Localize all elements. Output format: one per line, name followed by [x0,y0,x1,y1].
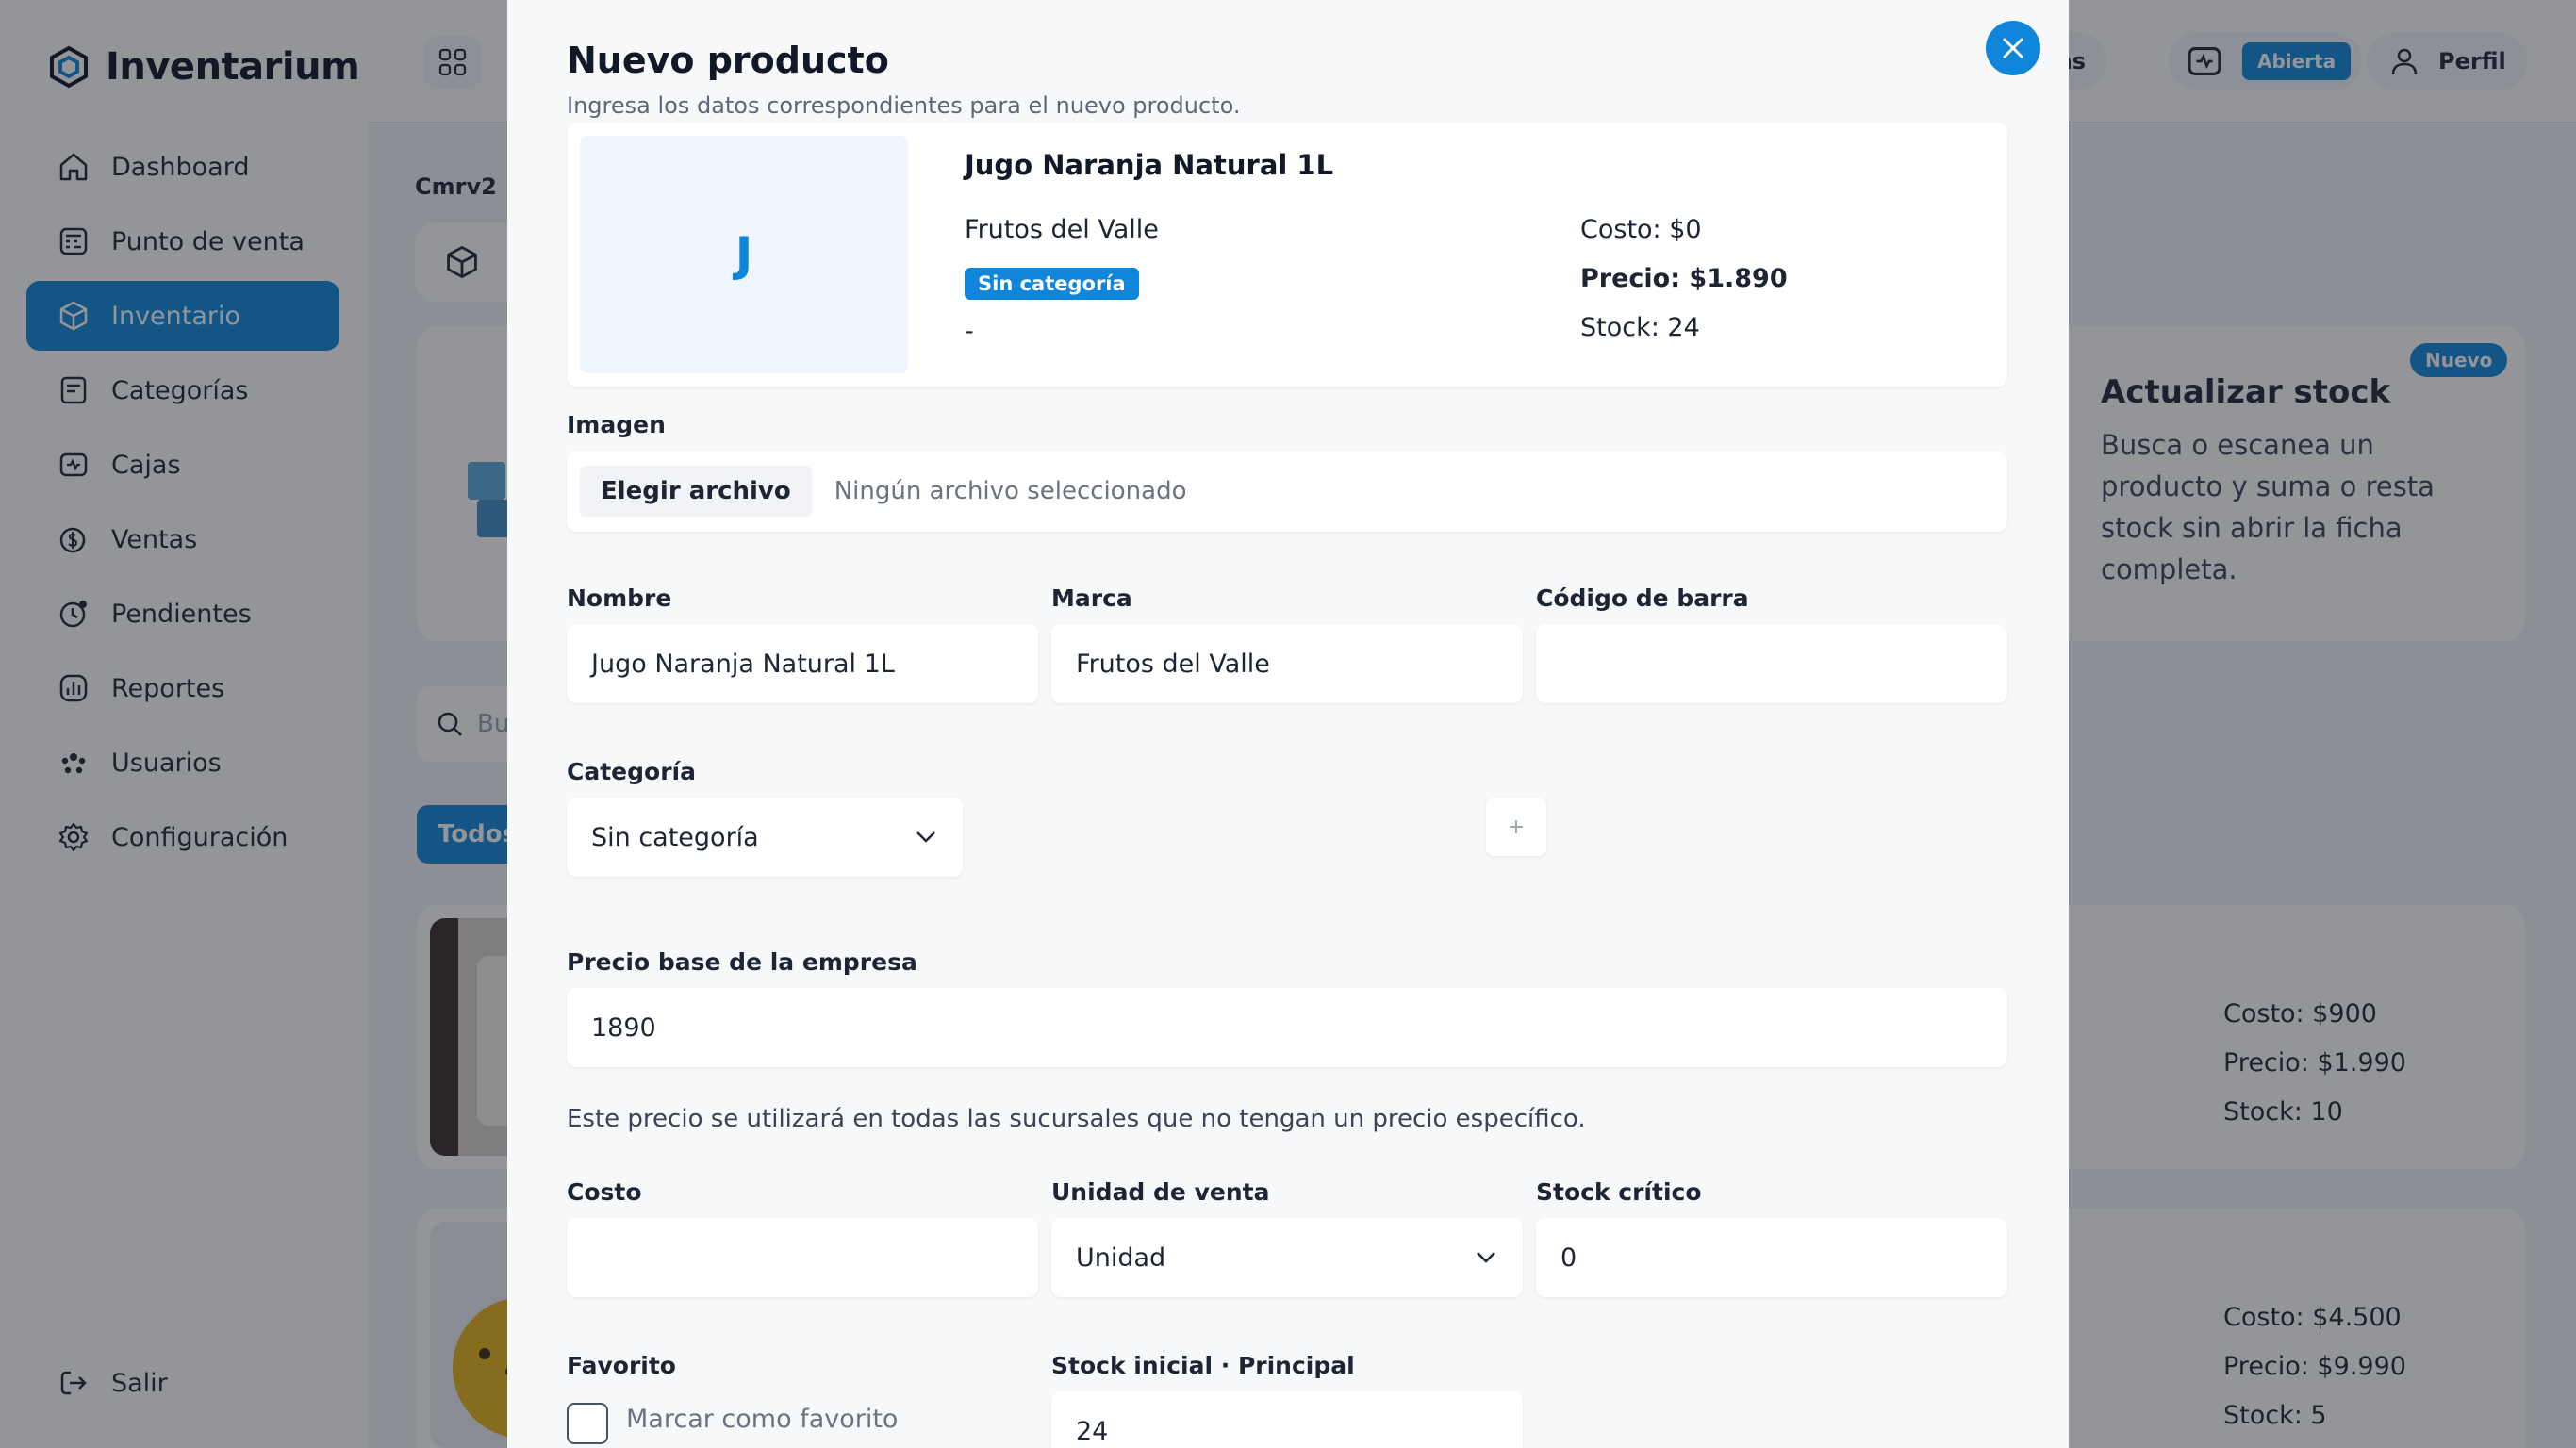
preview-category-badge: Sin categoría [965,268,1139,300]
unit-select[interactable]: Unidad [1051,1218,1523,1297]
base-price-help: Este precio se utilizará en todas las su… [567,1105,1586,1133]
close-button[interactable] [1986,21,2040,75]
image-file-input[interactable]: Elegir archivo Ningún archivo selecciona… [567,451,2007,532]
favorite-checkbox-label[interactable]: Marcar como favorito [626,1405,898,1434]
favorite-checkbox[interactable] [567,1403,608,1444]
choose-file-button[interactable]: Elegir archivo [580,466,812,517]
chevron-down-icon [1477,1252,1495,1263]
product-preview-image: J [580,136,908,373]
category-select[interactable]: Sin categoría [567,798,963,877]
brand-label: Marca [1051,584,1132,612]
favorite-label: Favorito [567,1352,676,1379]
preview-brand: Frutos del Valle [965,215,1159,244]
initial-stock-input[interactable]: 24 [1051,1391,1523,1448]
file-status: Ningún archivo seleccionado [834,477,1187,505]
add-category-button[interactable]: + [1486,798,1546,856]
critical-stock-input[interactable]: 0 [1536,1218,2007,1297]
cost-label: Costo [567,1178,642,1206]
base-price-label: Precio base de la empresa [567,948,917,976]
critical-stock-label: Stock crítico [1536,1178,1702,1206]
modal-subtitle: Ingresa los datos correspondientes para … [567,92,1241,119]
barcode-input[interactable] [1536,624,2007,703]
category-value: Sin categoría [591,822,759,852]
preview-barcode: - [965,317,974,346]
chevron-down-icon [916,831,935,843]
brand-input[interactable]: Frutos del Valle [1051,624,1523,703]
preview-price: Precio: $1.890 [1580,264,1788,293]
preview-name: Jugo Naranja Natural 1L [965,149,1334,181]
category-label: Categoría [567,758,696,785]
name-input[interactable]: Jugo Naranja Natural 1L [567,624,1038,703]
new-product-modal: Nuevo producto Ingresa los datos corresp… [507,0,2069,1448]
product-preview-card: J Jugo Naranja Natural 1L Frutos del Val… [567,123,2007,387]
preview-stock: Stock: 24 [1580,313,1700,342]
modal-title: Nuevo producto [567,40,889,81]
cost-input[interactable] [567,1218,1038,1297]
barcode-label: Código de barra [1536,584,1749,612]
close-icon [2003,38,2023,58]
base-price-input[interactable]: 1890 [567,988,2007,1067]
unit-value: Unidad [1076,1242,1166,1273]
name-label: Nombre [567,584,672,612]
preview-cost: Costo: $0 [1580,215,1702,244]
unit-label: Unidad de venta [1051,1178,1270,1206]
image-label: Imagen [567,411,666,438]
initial-stock-label: Stock inicial · Principal [1051,1352,1355,1379]
